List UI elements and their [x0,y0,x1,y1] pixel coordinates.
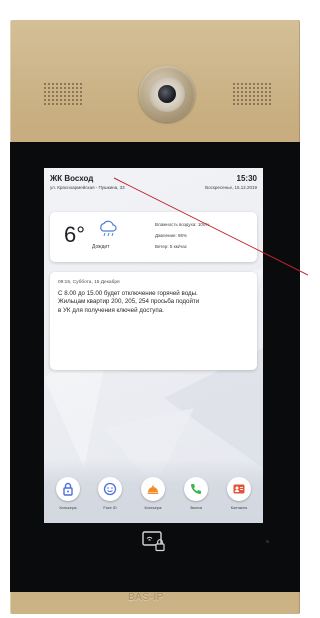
app-concierge-bell[interactable]: Консьерж [133,477,173,510]
app-label: Консьерж [144,506,162,510]
app-concierge-lock[interactable]: Консьерж [48,477,88,510]
date-text: Воскресенье, 15.12.2019 [205,185,257,190]
app-label: Звонок [189,506,203,510]
camera-icon [139,66,195,122]
card-reader-icon[interactable] [140,528,168,558]
lock-icon [56,477,80,501]
app-call[interactable]: Звонок [176,477,216,510]
temperature-value: 6° [64,222,86,247]
app-dock: Консьерж Face ID Консьерж Звонок Контакт… [44,459,263,523]
clock-time: 15:30 [236,174,257,183]
app-label: Face ID [103,506,117,510]
face-icon [98,477,122,501]
brand-logo: BAS-IP [128,592,164,603]
speaker-grille-right [232,82,272,106]
wind-text: Ветер: 5 км/час [155,244,188,249]
notice-line: Жильцам квартир 200, 205, 254 просьба по… [58,298,200,306]
app-face-id[interactable]: Face ID [90,477,130,510]
notice-body: С 8.00 до 15.00 будет отключение горячей… [58,290,254,315]
notice-line: С 8.00 до 15.00 будет отключение горячей… [58,290,198,297]
app-contacts[interactable]: Контакты [219,477,259,510]
speaker-grille-left [43,82,83,106]
pressure-text: Давление: 86% [155,233,187,238]
humidity-text: Влажность воздуха: 100% [155,222,210,227]
bell-icon [141,477,165,501]
complex-title: ЖК Восход [50,174,94,183]
phone-icon [184,477,208,501]
status-led [266,540,269,543]
notice-date: 09:15, Суббота, 15 Декабря [58,280,120,285]
app-label: Консьерж [59,506,77,510]
weather-widget[interactable]: 6° Дождит Влажность воздуха: 100% Давлен… [50,212,257,262]
notice-line: в УК для получения ключей доступа. [58,306,164,314]
touch-screen: ЖК Восход ул. Красноармейская - Пушкина,… [44,168,263,523]
weather-condition: Дождит [92,244,110,250]
address-text: ул. Красноармейская - Пушкина, 33 [50,185,125,190]
app-label: Контакты [230,506,248,510]
notice-card[interactable]: 09:15, Суббота, 15 Декабря С 8.00 до 15.… [50,272,257,370]
rain-cloud-icon [100,220,117,237]
contacts-icon [227,477,251,501]
